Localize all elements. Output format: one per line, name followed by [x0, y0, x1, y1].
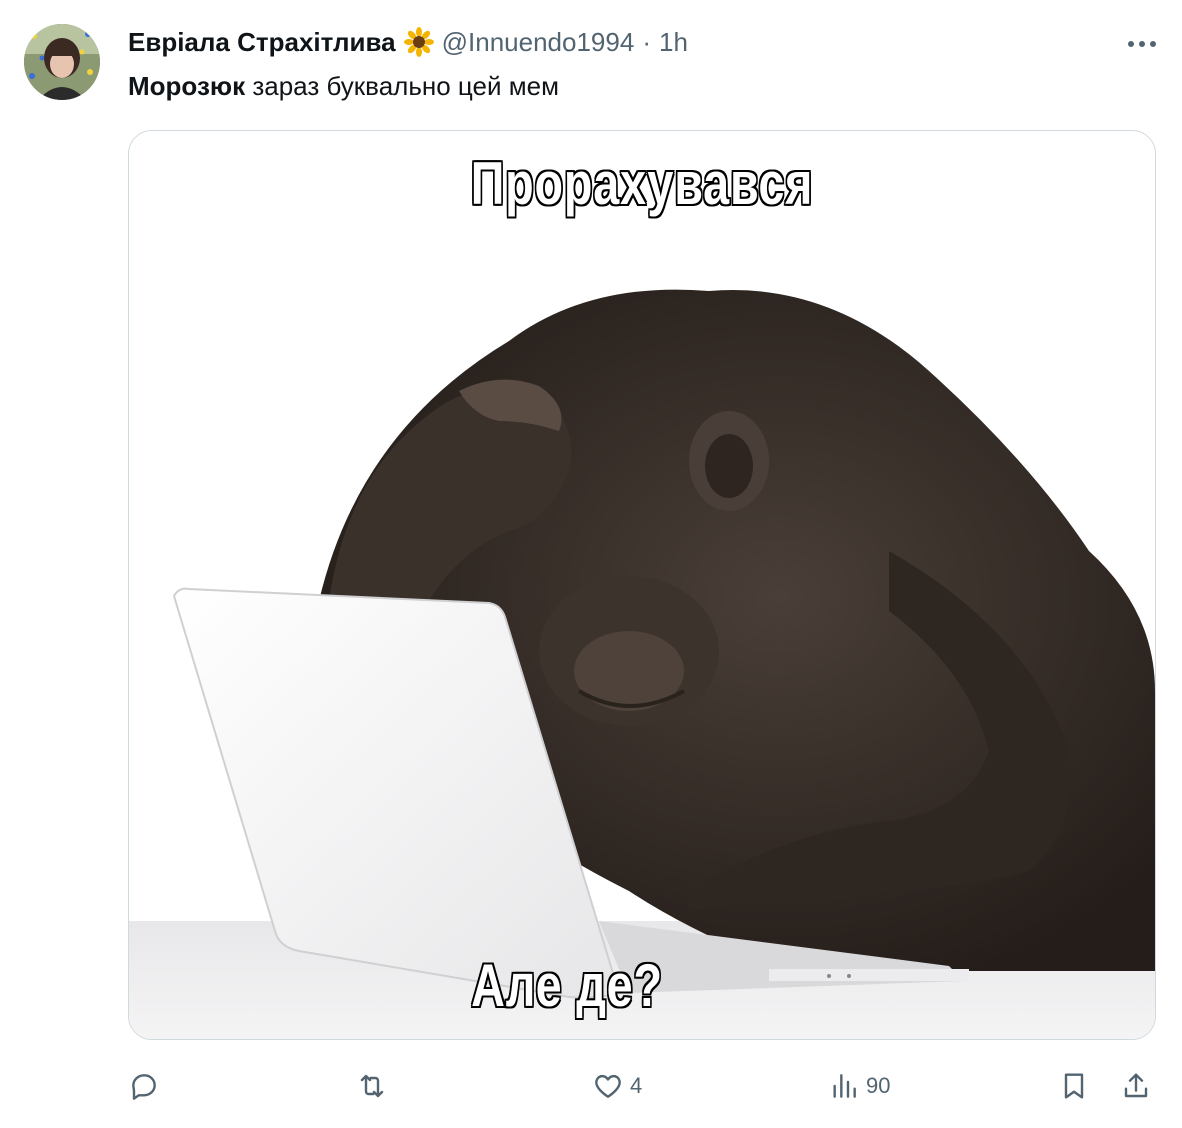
reply-button[interactable] — [128, 1062, 166, 1110]
reply-icon — [132, 1074, 156, 1100]
meme-image — [129, 131, 1155, 1039]
heart-icon — [595, 1074, 621, 1098]
tweet-text-bold: Морозюк — [128, 71, 246, 101]
sunflower-icon — [403, 27, 434, 57]
tweet-actions: 4 90 — [128, 1062, 1158, 1110]
user-handle[interactable]: @Innuendo1994 — [442, 27, 635, 58]
tweet: Евріала Страхітлива @Innuendo1994 · 1h М… — [0, 0, 1182, 1128]
meme-caption-top: Прорахувався — [470, 149, 814, 218]
bookmark-icon — [1064, 1073, 1084, 1099]
views-button[interactable]: 90 — [828, 1062, 890, 1110]
share-icon — [1124, 1073, 1148, 1098]
tweet-text-body: зараз буквально цей мем — [245, 71, 559, 101]
like-button[interactable]: 4 — [592, 1062, 642, 1110]
display-name[interactable]: Евріала Страхітлива — [128, 27, 396, 58]
like-count: 4 — [630, 1073, 643, 1098]
more-options-button[interactable] — [1122, 26, 1162, 62]
views-count: 90 — [866, 1073, 891, 1098]
more-icon — [1128, 41, 1156, 47]
retweet-button[interactable] — [356, 1062, 394, 1110]
avatar-image — [24, 24, 100, 100]
tweet-text: Морозюк зараз буквально цей мем — [128, 68, 559, 104]
meme-caption-bottom: Але де? — [470, 951, 663, 1020]
tweet-header: Евріала Страхітлива @Innuendo1994 · 1h — [128, 26, 1092, 58]
share-button[interactable] — [1120, 1062, 1152, 1110]
retweet-icon — [360, 1074, 384, 1098]
views-icon — [833, 1074, 856, 1098]
bookmark-button[interactable] — [1058, 1062, 1090, 1110]
tweet-media[interactable]: Прорахувався Але де? — [128, 130, 1156, 1040]
timestamp[interactable]: 1h — [659, 27, 688, 58]
avatar[interactable] — [24, 24, 100, 100]
separator-dot: · — [642, 26, 651, 57]
